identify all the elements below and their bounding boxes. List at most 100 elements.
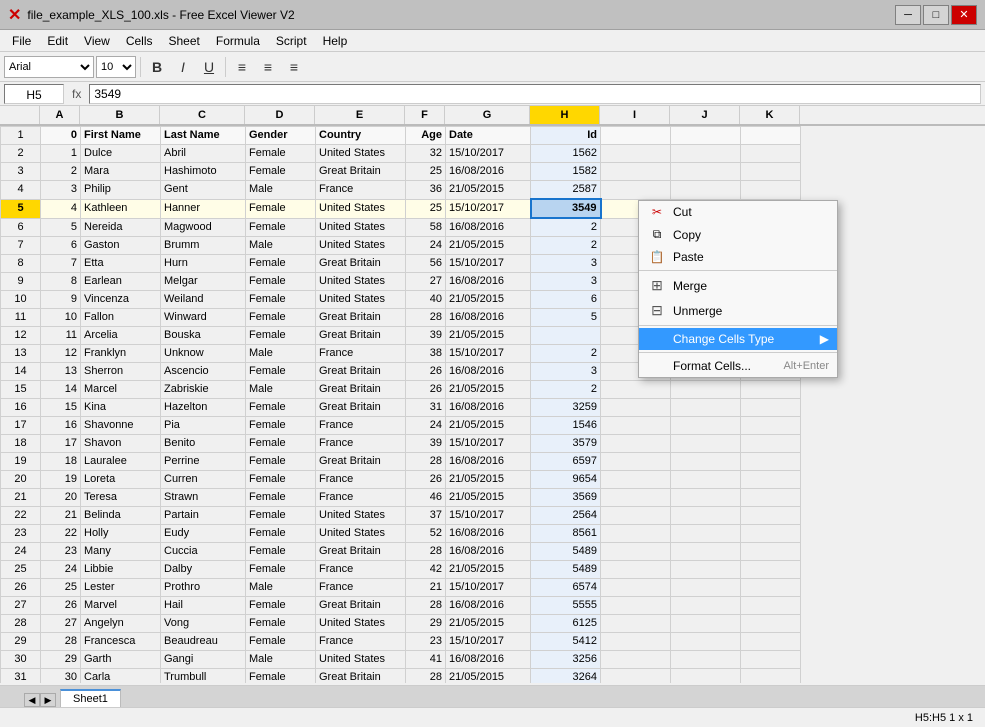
cell[interactable]: 15/10/2017 (446, 255, 531, 273)
cell[interactable]: Female (246, 525, 316, 543)
cell[interactable]: Cuccia (161, 543, 246, 561)
cell[interactable]: Marvel (81, 597, 161, 615)
cell[interactable]: 58 (406, 218, 446, 237)
cell[interactable] (741, 525, 801, 543)
col-header-g[interactable]: G (445, 106, 530, 124)
cell[interactable]: Perrine (161, 453, 246, 471)
cell[interactable]: 46 (406, 489, 446, 507)
cell[interactable]: 26 (406, 471, 446, 489)
menu-item-help[interactable]: Help (315, 32, 356, 50)
cell[interactable] (741, 453, 801, 471)
cell[interactable]: 16/08/2016 (446, 309, 531, 327)
cell[interactable]: 25 (406, 163, 446, 181)
context-cut[interactable]: ✂ Cut (639, 201, 837, 223)
cell[interactable]: Prothro (161, 579, 246, 597)
context-paste[interactable]: 📋 Paste (639, 246, 837, 268)
cell[interactable]: Mara (81, 163, 161, 181)
cell[interactable]: Female (246, 633, 316, 651)
cell[interactable]: Sherron (81, 363, 161, 381)
cell[interactable]: Female (246, 489, 316, 507)
cell[interactable]: 15/10/2017 (446, 435, 531, 453)
cell[interactable]: 21/05/2015 (446, 237, 531, 255)
context-merge[interactable]: ⊞ Merge (639, 273, 837, 298)
cell[interactable]: 38 (406, 345, 446, 363)
cell[interactable]: Lester (81, 579, 161, 597)
cell[interactable] (601, 145, 671, 163)
cell[interactable]: 16/08/2016 (446, 399, 531, 417)
cell[interactable]: Great Britain (316, 363, 406, 381)
cell[interactable]: Male (246, 345, 316, 363)
sheet-tab-1[interactable]: Sheet1 (60, 689, 121, 707)
cell[interactable]: Eudy (161, 525, 246, 543)
cell[interactable] (741, 561, 801, 579)
col-header-e[interactable]: E (315, 106, 405, 124)
menu-item-sheet[interactable]: Sheet (161, 32, 208, 50)
cell[interactable]: Philip (81, 181, 161, 200)
align-right-button[interactable]: ≡ (282, 56, 306, 78)
cell[interactable]: 3579 (531, 435, 601, 453)
cell[interactable]: 2587 (531, 181, 601, 200)
cell[interactable]: Age (406, 127, 446, 145)
col-header-j[interactable]: J (670, 106, 740, 124)
cell[interactable]: 1582 (531, 163, 601, 181)
cell[interactable]: Great Britain (316, 597, 406, 615)
cell[interactable]: 3256 (531, 651, 601, 669)
cell[interactable]: Female (246, 273, 316, 291)
cell[interactable] (531, 327, 601, 345)
cell[interactable]: 21/05/2015 (446, 489, 531, 507)
cell[interactable] (671, 561, 741, 579)
cell[interactable]: Dulce (81, 145, 161, 163)
cell[interactable]: 3264 (531, 669, 601, 684)
cell[interactable]: Female (246, 435, 316, 453)
cell[interactable] (741, 633, 801, 651)
cell[interactable]: Curren (161, 471, 246, 489)
cell[interactable]: Male (246, 651, 316, 669)
cell-reference[interactable]: H5 (4, 84, 64, 104)
cell[interactable]: 21/05/2015 (446, 561, 531, 579)
cell[interactable] (601, 561, 671, 579)
cell[interactable]: 15/10/2017 (446, 199, 531, 218)
cell[interactable]: 13 (41, 363, 81, 381)
cell[interactable]: 21/05/2015 (446, 417, 531, 435)
cell[interactable]: Female (246, 399, 316, 417)
cell[interactable]: Male (246, 381, 316, 399)
cell[interactable]: 15/10/2017 (446, 345, 531, 363)
cell[interactable]: Id (531, 127, 601, 145)
cell[interactable]: 16/08/2016 (446, 453, 531, 471)
context-unmerge[interactable]: ⊟ Unmerge (639, 298, 837, 323)
cell[interactable] (741, 507, 801, 525)
cell[interactable]: Female (246, 453, 316, 471)
cell[interactable]: Marcel (81, 381, 161, 399)
cell[interactable] (601, 525, 671, 543)
cell[interactable]: Great Britain (316, 381, 406, 399)
cell[interactable]: 6125 (531, 615, 601, 633)
cell[interactable]: 11 (41, 327, 81, 345)
cell[interactable]: Weiland (161, 291, 246, 309)
cell[interactable] (601, 651, 671, 669)
col-header-k[interactable]: K (740, 106, 800, 124)
cell[interactable]: Ascencio (161, 363, 246, 381)
cell[interactable]: France (316, 417, 406, 435)
maximize-button[interactable]: □ (923, 5, 949, 25)
cell[interactable]: Hanner (161, 199, 246, 218)
cell[interactable] (601, 381, 671, 399)
cell[interactable]: Female (246, 507, 316, 525)
menu-item-script[interactable]: Script (268, 32, 315, 50)
cell[interactable]: 16 (41, 417, 81, 435)
cell[interactable]: Great Britain (316, 669, 406, 684)
cell[interactable]: 2 (531, 381, 601, 399)
cell[interactable]: 9 (41, 291, 81, 309)
cell[interactable]: Great Britain (316, 453, 406, 471)
cell[interactable]: 2564 (531, 507, 601, 525)
italic-button[interactable]: I (171, 56, 195, 78)
cell[interactable]: Pia (161, 417, 246, 435)
cell[interactable]: Hail (161, 597, 246, 615)
cell[interactable] (671, 669, 741, 684)
col-header-d[interactable]: D (245, 106, 315, 124)
cell[interactable] (741, 651, 801, 669)
cell[interactable] (671, 507, 741, 525)
cell[interactable]: 21/05/2015 (446, 669, 531, 684)
cell[interactable]: 37 (406, 507, 446, 525)
cell[interactable]: Female (246, 615, 316, 633)
cell[interactable]: 31 (406, 399, 446, 417)
